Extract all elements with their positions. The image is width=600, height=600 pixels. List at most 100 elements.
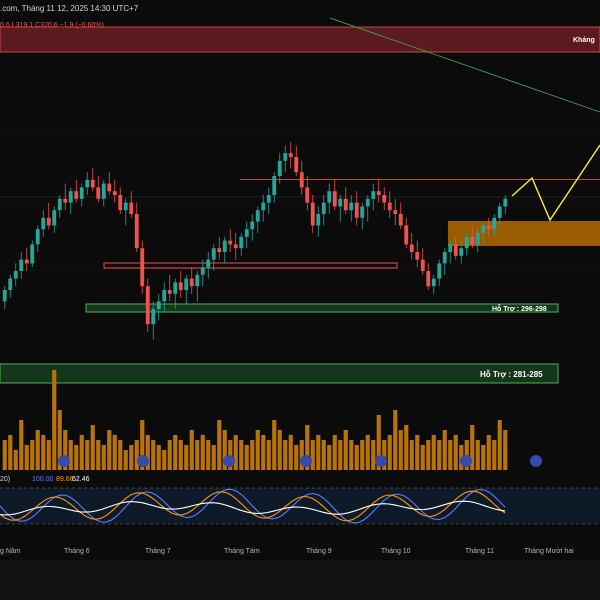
candle-body[interactable] (162, 290, 167, 302)
candle-body[interactable] (85, 179, 90, 188)
candle-body[interactable] (343, 198, 348, 211)
candle-body[interactable] (409, 244, 414, 252)
candle-body[interactable] (96, 187, 101, 199)
candle-body[interactable] (310, 202, 315, 226)
candle-body[interactable] (272, 176, 277, 195)
candle-body[interactable] (189, 278, 194, 287)
candle-body[interactable] (437, 263, 442, 279)
candle-body[interactable] (305, 187, 310, 203)
candle-body[interactable] (503, 198, 508, 207)
candle-body[interactable] (195, 274, 200, 287)
candle-body[interactable] (376, 191, 381, 195)
candle-body[interactable] (464, 236, 469, 249)
candle-body[interactable] (415, 252, 420, 260)
candle-body[interactable] (184, 278, 189, 290)
resistance-zone[interactable] (0, 26, 600, 53)
support-zone-2[interactable] (0, 363, 559, 384)
candle-body[interactable] (35, 229, 40, 245)
candle-body[interactable] (420, 259, 425, 271)
candle-body[interactable] (398, 214, 403, 226)
event-marker[interactable] (375, 455, 387, 467)
candle-body[interactable] (151, 309, 156, 325)
candle-body[interactable] (206, 259, 211, 268)
candle-body[interactable] (112, 191, 117, 195)
candle-body[interactable] (459, 248, 464, 256)
candle-body[interactable] (8, 278, 13, 290)
candle-body[interactable] (129, 202, 134, 214)
candle-body[interactable] (19, 259, 24, 271)
candle-body[interactable] (145, 286, 150, 325)
event-marker[interactable] (223, 455, 235, 467)
candle-body[interactable] (156, 301, 161, 309)
candle-body[interactable] (2, 290, 7, 302)
candle-body[interactable] (486, 225, 491, 230)
candle-body[interactable] (453, 244, 458, 256)
event-marker[interactable] (460, 455, 472, 467)
event-marker[interactable] (137, 455, 149, 467)
candle-body[interactable] (79, 187, 84, 199)
candle-body[interactable] (442, 252, 447, 264)
candle-body[interactable] (321, 202, 326, 214)
candle-body[interactable] (13, 271, 18, 279)
candle-body[interactable] (448, 244, 453, 252)
candle-body[interactable] (244, 229, 249, 237)
candle-body[interactable] (294, 157, 299, 173)
candle-body[interactable] (288, 153, 293, 157)
candle-body[interactable] (90, 179, 95, 188)
event-marker[interactable] (530, 455, 542, 467)
candle-body[interactable] (173, 282, 178, 294)
candle-body[interactable] (250, 221, 255, 230)
candle-body[interactable] (470, 236, 475, 245)
candle-body[interactable] (371, 191, 376, 199)
candle-body[interactable] (228, 240, 233, 245)
candle-body[interactable] (140, 248, 145, 287)
support-zone-1[interactable] (85, 303, 559, 313)
candle-body[interactable] (492, 217, 497, 230)
candle-body[interactable] (338, 198, 343, 207)
candle-body[interactable] (332, 191, 337, 207)
candle-body[interactable] (239, 236, 244, 249)
candle-body[interactable] (41, 217, 46, 230)
event-marker[interactable] (300, 455, 312, 467)
candle-body[interactable] (211, 248, 216, 260)
candle-body[interactable] (327, 191, 332, 203)
candle-body[interactable] (349, 202, 354, 211)
candle-body[interactable] (316, 214, 321, 226)
candle-body[interactable] (426, 271, 431, 287)
candle-body[interactable] (46, 217, 51, 226)
candle-body[interactable] (266, 195, 271, 203)
candle-body[interactable] (63, 198, 68, 203)
candle-body[interactable] (354, 202, 359, 218)
candle-body[interactable] (123, 202, 128, 211)
candle-body[interactable] (497, 206, 502, 218)
candle-body[interactable] (134, 214, 139, 249)
candle-body[interactable] (365, 198, 370, 207)
candle-body[interactable] (255, 210, 260, 222)
candle-body[interactable] (404, 225, 409, 245)
candle-body[interactable] (118, 195, 123, 211)
resistance-line[interactable] (240, 179, 600, 180)
candle-body[interactable] (481, 225, 486, 233)
candle-body[interactable] (360, 206, 365, 218)
candle-body[interactable] (217, 248, 222, 252)
candle-body[interactable] (101, 183, 106, 199)
candle-body[interactable] (431, 278, 436, 287)
candle-body[interactable] (57, 198, 62, 211)
candle-body[interactable] (261, 202, 266, 211)
candle-body[interactable] (200, 267, 205, 275)
candle-body[interactable] (24, 259, 29, 264)
candle-body[interactable] (52, 210, 57, 226)
candle-body[interactable] (178, 282, 183, 290)
candle-body[interactable] (167, 290, 172, 294)
candle-body[interactable] (68, 191, 73, 203)
candle-body[interactable] (299, 172, 304, 188)
candle-body[interactable] (283, 153, 288, 161)
candle-body[interactable] (74, 191, 79, 199)
candle-body[interactable] (382, 195, 387, 203)
candle-body[interactable] (393, 210, 398, 214)
candle-body[interactable] (233, 244, 238, 249)
trading-chart[interactable]: Kháng Hỗ Trợ : 296-298 Hỗ Trợ : 281-285 … (0, 0, 600, 600)
candle-body[interactable] (107, 183, 112, 192)
event-marker[interactable] (58, 455, 70, 467)
candle-body[interactable] (387, 202, 392, 211)
